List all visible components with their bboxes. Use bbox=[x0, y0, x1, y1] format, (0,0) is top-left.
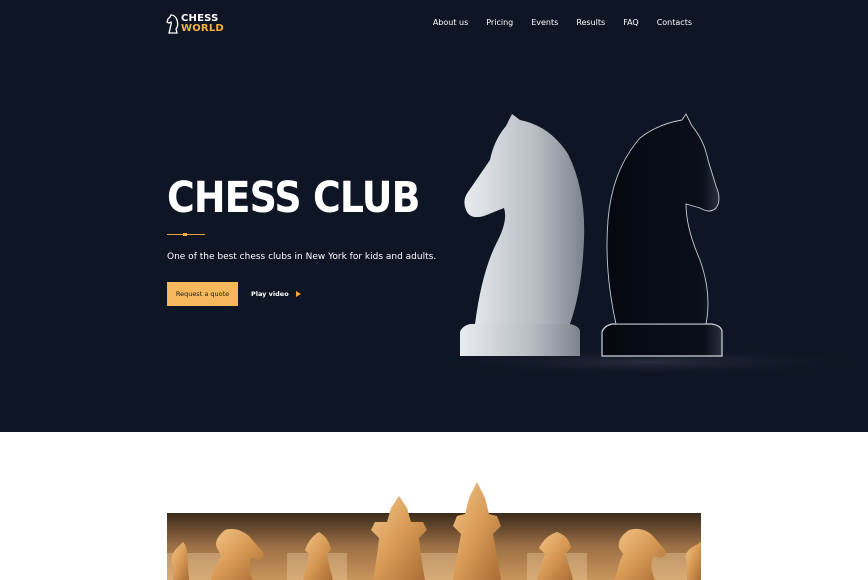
hero-subtitle: One of the best chess clubs in New York … bbox=[167, 252, 437, 262]
nav-pricing[interactable]: Pricing bbox=[486, 18, 513, 27]
chess-knights-image bbox=[420, 113, 868, 376]
nav-contacts[interactable]: Contacts bbox=[657, 18, 692, 27]
nav-events[interactable]: Events bbox=[531, 18, 558, 27]
main-nav: About us Pricing Events Results FAQ Cont… bbox=[415, 18, 692, 27]
logo-text-line2: WORLD bbox=[181, 23, 224, 34]
hero-section: CHESS WORLD About us Pricing Events Resu… bbox=[0, 0, 868, 432]
request-quote-button[interactable]: Request a quote bbox=[167, 282, 238, 306]
nav-about-us[interactable]: About us bbox=[433, 18, 468, 27]
site-header: CHESS WORLD About us Pricing Events Resu… bbox=[0, 0, 868, 48]
nav-results[interactable]: Results bbox=[576, 18, 605, 27]
nav-faq[interactable]: FAQ bbox=[623, 18, 639, 27]
play-video-label: Play video bbox=[251, 290, 289, 298]
chessboard-image bbox=[167, 478, 701, 580]
play-icon bbox=[295, 291, 301, 297]
hero-title: CHESS CLUB bbox=[167, 173, 420, 223]
logo[interactable]: CHESS WORLD bbox=[166, 13, 224, 35]
play-video-button[interactable]: Play video bbox=[251, 288, 301, 300]
knight-icon bbox=[166, 14, 179, 34]
title-divider bbox=[167, 233, 205, 236]
